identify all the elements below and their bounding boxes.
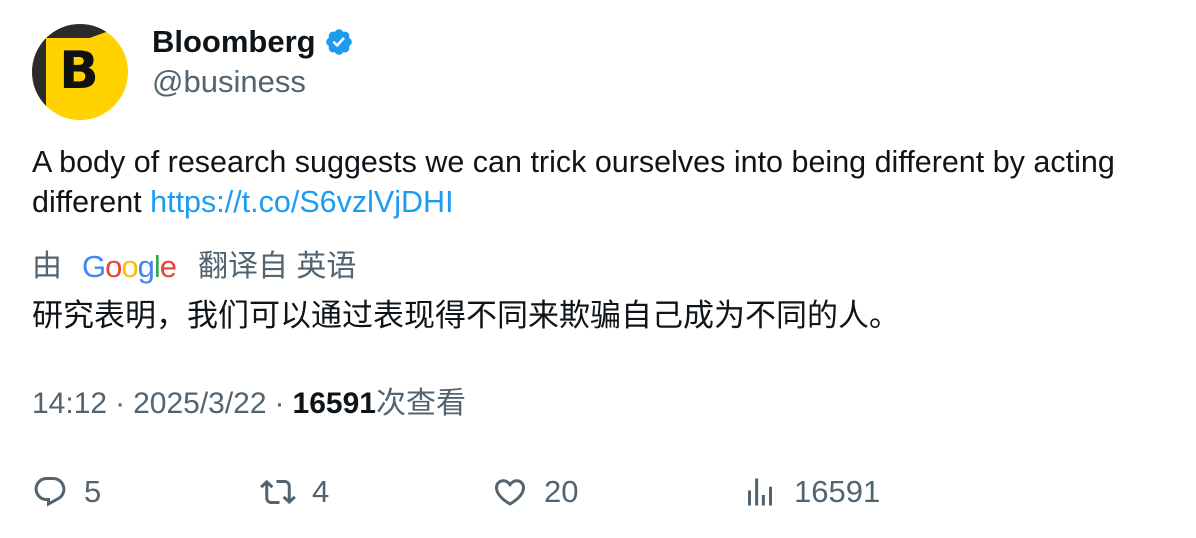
tweet-meta: 14:12 · 2025/3/22 · 16591 次查看 <box>32 384 466 424</box>
retweet-count: 4 <box>312 474 330 509</box>
translation-from-label: 翻译自 英语 <box>198 250 357 283</box>
author-name-row: Bloomberg <box>152 22 354 62</box>
reply-icon <box>34 477 66 507</box>
author-name[interactable]: Bloomberg <box>152 22 316 62</box>
heart-icon <box>494 479 526 506</box>
translation-by-label: 由 <box>32 250 62 283</box>
tweet-time[interactable]: 14:12 <box>32 384 107 424</box>
like-button[interactable]: 20 <box>492 470 578 514</box>
retweet-icon <box>260 479 296 505</box>
avatar[interactable]: B <box>32 24 128 120</box>
meta-separator: · <box>274 387 285 420</box>
retweet-button[interactable]: 4 <box>260 470 329 514</box>
author-handle[interactable]: @business <box>152 62 306 102</box>
translation-attribution: 由 Google 翻译自 英语 <box>32 246 356 288</box>
analytics-icon <box>748 478 772 506</box>
views-action-count: 16591 <box>794 474 881 509</box>
translated-text: 研究表明，我们可以通过表现得不同来欺骗自己成为不同的人。 <box>32 298 900 333</box>
reply-count: 5 <box>84 474 102 509</box>
meta-separator: · <box>115 387 126 420</box>
like-count: 20 <box>544 474 579 509</box>
views-button[interactable]: 16591 <box>742 470 880 514</box>
action-bar: 5 4 20 16591 <box>32 470 1164 514</box>
reply-button[interactable]: 5 <box>32 470 101 514</box>
views-count: 16591 <box>292 387 376 420</box>
tweet-date[interactable]: 2025/3/22 <box>133 384 266 424</box>
views-label: 次查看 <box>375 387 466 420</box>
tweet-link[interactable]: https://t.co/S6vzlVjDHI <box>150 185 453 219</box>
avatar-logo-letter: B <box>59 41 99 101</box>
tweet-text: A body of research suggests we can trick… <box>32 142 1152 222</box>
verified-badge-icon <box>324 27 354 57</box>
google-logo-icon: Google <box>82 249 177 284</box>
